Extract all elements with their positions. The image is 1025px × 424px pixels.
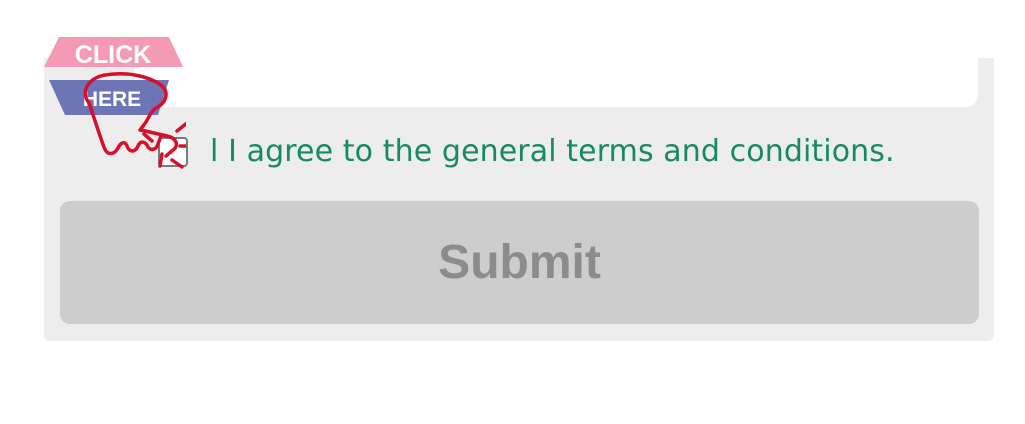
terms-checkbox[interactable] [158,137,188,167]
content-card [134,58,978,107]
terms-agreement-row: l I agree to the general terms and condi… [158,132,895,172]
submit-button[interactable]: Submit [60,201,979,324]
terms-label: l I agree to the general terms and condi… [210,134,895,169]
